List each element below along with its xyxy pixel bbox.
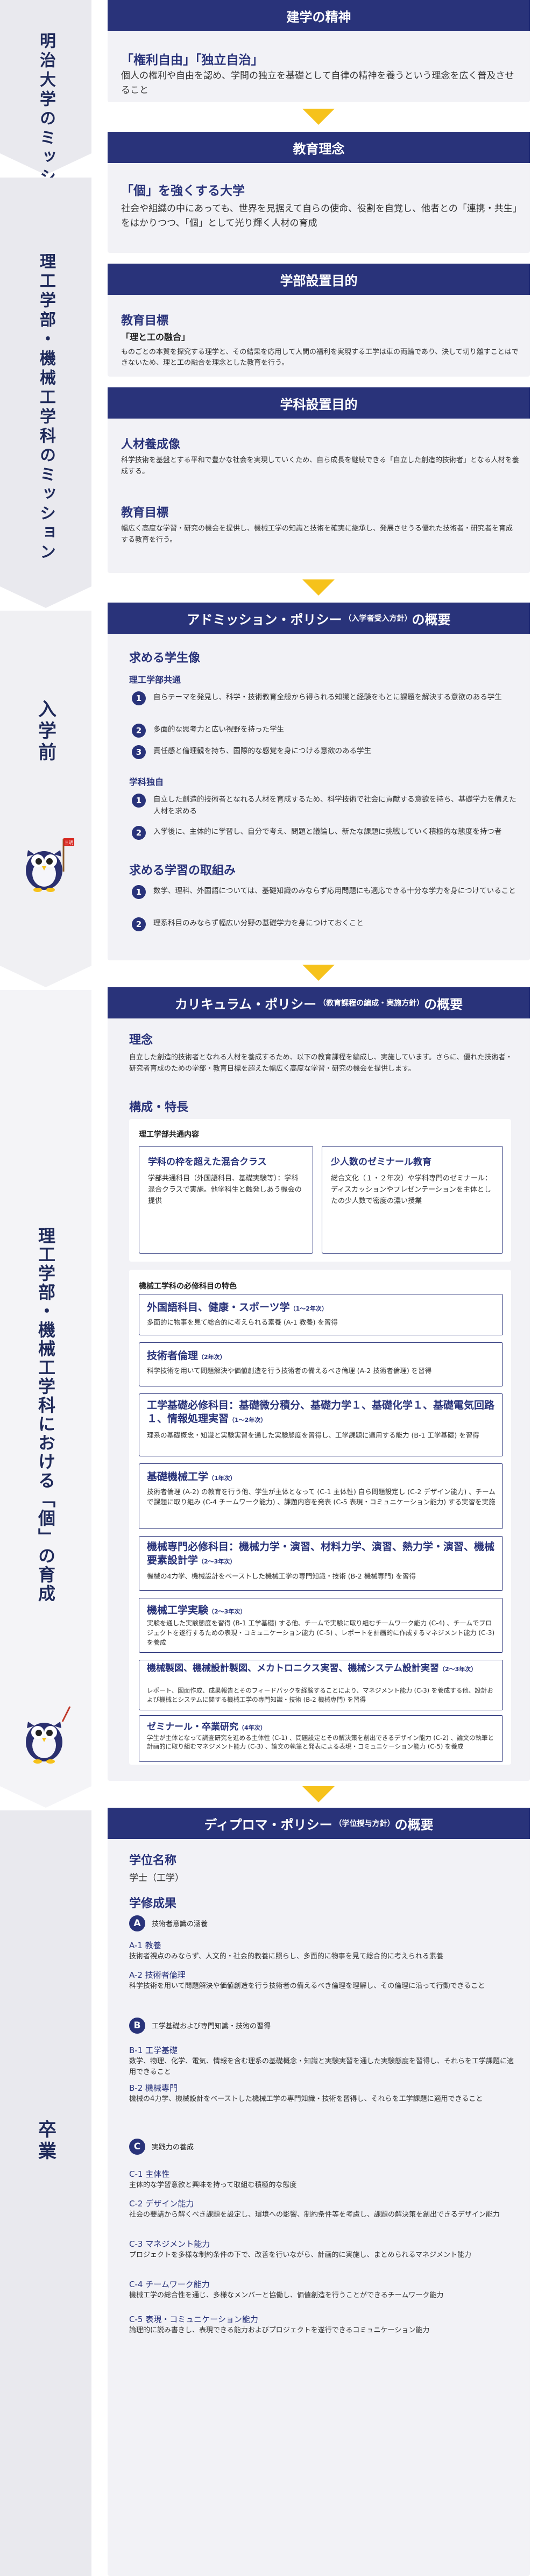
cp-subject-body: 機械の4力学、機械設計をベーストした機械工学の専門知識・技術 (B-2 機械専門… [147, 1572, 416, 1580]
dp-c-code: C-4 チームワーク能力 [129, 2280, 210, 2289]
graduation-band [0, 1810, 91, 2576]
dp-b-code: B-1 工学基礎 [129, 2046, 178, 2055]
dp-a-text: 科学技術を用いて問題解決や価値創造を行う技術者の備えるべき倫理を理解し、その倫理… [129, 1982, 485, 1990]
ap-dept-item: 2 入学後に、主体的に学習し、自分で考え、問題と議論し、新たな課題に挑戦していく積… [132, 826, 519, 840]
ap-prep-title: 求める学習の取組み [129, 864, 236, 877]
cp-subject-body: 理系の基礎概念・知識と実験実習を通した実験態度を習得し、工学課題に適用する能力 … [147, 1431, 479, 1439]
cp-concept-body: 自立した創造的技術者となれる人材を養成するため、以下の教育課程を編成し、実施して… [129, 1053, 513, 1073]
ap-prep-item: 1 数学、理科、外国語については、基礎知識のみならず応用問題にも適応できる十分な学… [132, 885, 519, 899]
ap-faculty-item: 1 自らテーマを発見し、科学・技術教育全般から得られる知識と経験をもとに課題を解決… [132, 691, 519, 705]
cp-subject-body: 実験を通した実験態度を習得 (B-1 工学基礎) する他、チームで実験に取り組む… [147, 1619, 495, 1646]
dp-c-text: 論理的に説み書きし、表現できる能力およびプロジェクトを遂行できるコミュニケーショ… [129, 2326, 430, 2334]
dp-c-text: 社会の要請から解くべき課題を設定し、環境への影響、制約条件等を考慮し、課題の解決… [129, 2211, 500, 2219]
ap-header: アドミッション・ポリシー （入学者受入方針） の概要 [108, 603, 530, 634]
down-arrow-icon [302, 109, 335, 125]
dp-a-label: 技術者意識の涵養 [152, 1920, 208, 1928]
chevron-divider-icon [0, 1786, 91, 1808]
dp-b-label: 工学基礎および専門知識・技術の習得 [152, 2022, 271, 2030]
edu-header: 教育理念 [108, 132, 530, 163]
cp-subject-body: 科学技術を用いて問題解決や価値創造を行う技術者の備えるべき倫理 (A-2 技術者… [147, 1367, 432, 1375]
dp-c-code: C-5 表現・コミュニケーション能力 [129, 2315, 258, 2324]
dp-c-code: C-1 主体性 [129, 2169, 170, 2179]
cp-box1-title: 学科の枠を超えた混合クラス [148, 1157, 267, 1167]
dept-goal-title: 教育目標 [121, 506, 169, 520]
dp-a-text: 技術者視点のみならず、人文的・社会的教養に照らし、多面的に物事を見て総合的に考え… [129, 1952, 443, 1961]
cp-header: カリキュラム・ポリシー （教育課程の編成・実施方針） の概要 [108, 987, 530, 1018]
faculty-goal-title: 教育目標 [121, 314, 169, 328]
dp-c-code: C-3 マネジメント能力 [129, 2239, 210, 2249]
ap-faculty-label: 理工学部共通 [129, 675, 181, 685]
cp-feature-title: 構成・特長 [129, 1101, 189, 1114]
chevron-divider-icon [0, 966, 91, 987]
edu-lead: 「個」を強くする大学 [121, 184, 245, 198]
cp-subject-title: 工学基礎必修科目：基礎微分積分、基礎力学１、基礎化学１、基礎電気回路１、情報処理… [147, 1399, 495, 1425]
admission-band [0, 611, 91, 966]
ap-dept-item: 1 自立した創造的技術者となれる人材を育成するため、科学技術で社会に貢献する意欲を… [132, 794, 519, 817]
cp-subject-title: 基礎機械工学（1年次） [147, 1471, 236, 1483]
graduation-label: 卒業 [34, 2120, 56, 2163]
cp-subject-title: 機械専門必修科目：機械力学・演習、材料力学、演習、熱力学・演習、機械要素設計学（… [147, 1541, 495, 1566]
dp-c-text: 機械工学の総合性を通じ、多様なメンバーと協働し、価値創造を行うことができるチーム… [129, 2291, 444, 2299]
cp-subject-body: 多面的に物事を見て総合的に考えられる素養 (A-1 教養) を習得 [147, 1318, 338, 1326]
cp-subject-title: ゼミナール・卒業研究（4年次） [147, 1722, 266, 1732]
dp-a-code: A-2 技術者倫理 [129, 1970, 186, 1980]
right-column: 建学の精神 「権利自由」「独立自治」 個人の権利や自由を認め、学問の独立を基礎と… [108, 0, 530, 2576]
svg-text:三明: 三明 [65, 840, 73, 845]
faculty-header: 学部設置目的 [108, 264, 530, 295]
cp-concept-title: 理念 [129, 1034, 153, 1047]
dp-b-code: B-2 機械専門 [129, 2083, 178, 2093]
dp-header: ディプロマ・ポリシー （学位授与方針） の概要 [108, 1808, 530, 1839]
dept-talent-body: 科学技術を基盤とする平和で豊かな社会を実現していくため、自ら成長を継続できる「自… [121, 456, 519, 476]
left-column: 明治大学のミッション 理工学部・機械工学科のミッション 入学前 三明 理工学部・… [0, 0, 91, 2576]
letter-c-badge: C [129, 2139, 145, 2155]
dept-header: 学科設置目的 [108, 387, 530, 419]
down-arrow-icon [302, 1786, 335, 1802]
dp-b-text: 数学、物理、化学、電気、情報を含む理系の基礎概念・知識と実験実習を通した実験態度… [129, 2057, 514, 2076]
cp-subject-title: 機械製図、機械設計製図、メカトロニクス実習、機械システム設計実習（2〜3年次） [147, 1663, 477, 1674]
spirit-header: 建学の精神 [108, 0, 530, 31]
cp-subject-title: 機械工学実験（2〜3年次） [147, 1604, 246, 1616]
owl-mascot-icon [26, 1706, 71, 1764]
cp-subject-title: 技術者倫理（2年次） [147, 1350, 226, 1362]
spirit-body: 個人の権利や自由を認め、学問の独立を基礎として自律の精神を養うという理念を広く普… [121, 70, 514, 96]
cp-subject-title: 外国語科目、健康・スポーツ学（1〜2年次） [147, 1301, 328, 1313]
cp-subject-body: レポート、図面作成、成果報告とそのフィードバックを経験することにより、マネジメン… [147, 1687, 493, 1703]
ap-faculty-item: 3 責任感と倫理観を持ち、国際的な感覚を身につける意欲のある学生 [132, 745, 519, 759]
ap-prep-item: 2 理系科目のみならず幅広い分野の基礎学力を身につけておくこと [132, 917, 519, 931]
cp-required-label: 機械工学科の必修科目の特色 [139, 1282, 237, 1291]
mission-dept-label: 理工学部・機械工学科のミッション [37, 253, 55, 563]
down-arrow-icon [302, 579, 335, 596]
cp-box2-body: 総合文化（１・２年次）や学科専門のゼミナール：ディスカッションやプレゼンテーショ… [331, 1174, 492, 1205]
spirit-lead: 「権利自由」「独立自治」 [121, 53, 264, 67]
faculty-goal-sub: 「理と工の融合」 [121, 332, 190, 342]
dp-c-label: 実践力の養成 [152, 2143, 194, 2152]
dp-degree-value: 学士（工学） [129, 1873, 184, 1884]
dp-degree-title: 学位名称 [129, 1854, 177, 1867]
cp-subject-body: 学生が主体となって調査研究を進める主体性 (C-1) 、問題設定とその解決策を創… [147, 1734, 494, 1750]
cp-box2-title: 少人数のゼミナール教育 [331, 1157, 431, 1167]
faculty-goal-body: ものごとの本質を探究する理学と、その結果を応用して人間の福利を実現する工学は車の… [121, 348, 519, 367]
down-arrow-icon [302, 965, 335, 981]
dp-a-code: A-1 教養 [129, 1941, 161, 1950]
cp-box1-body: 学部共通科目（外国語科目、基礎実験等）：学科混合クラスで実施。他学科生と触発しあ… [148, 1174, 302, 1205]
cp-subject-body: 技術者倫理 (A-2) の教育を行う他、学生が主体となって (C-1 主体性) … [147, 1488, 495, 1506]
ap-dept-label: 学科独自 [129, 777, 164, 787]
edu-body: 社会や組織の中にあっても、世界を見据えて自らの使命、役割を自覚し、他者との「連携… [121, 203, 518, 229]
owl-mascot-icon: 三明 [26, 838, 74, 892]
letter-b-badge: B [129, 2018, 145, 2034]
chevron-divider-icon [0, 586, 91, 608]
dept-goal-body: 幅広く高度な学習・研究の機会を提供し、機械工学の知識と技術を確実に継承し、発展さ… [121, 525, 513, 544]
dp-results-title: 学修成果 [129, 1897, 177, 1910]
dp-b-text: 機械の4力学、機械設計をベーストした機械工学の専門知識・技術を習得し、それらを工… [129, 2095, 483, 2103]
admission-label: 入学前 [34, 699, 56, 764]
dp-c-text: プロジェクトを多様な制約条件の下で、改善を行いながら、計画的に実施し、まとめられ… [129, 2251, 471, 2259]
ap-faculty-item: 2 多面的な思考力と広い視野を持った学生 [132, 724, 519, 738]
ap-seek-title: 求める学生像 [129, 652, 201, 665]
cp-common-label: 理工学部共通内容 [139, 1130, 199, 1139]
individual-label: 理工学部・機械工学科における「個」の育成 [36, 1227, 56, 1603]
dp-c-code: C-2 デザイン能力 [129, 2199, 194, 2209]
letter-a-badge: A [129, 1915, 145, 1931]
dp-c-text: 主体的な学習意欲と興味を持って取組む積極的な態度 [129, 2181, 297, 2189]
dept-talent-title: 人材養成像 [121, 438, 181, 451]
